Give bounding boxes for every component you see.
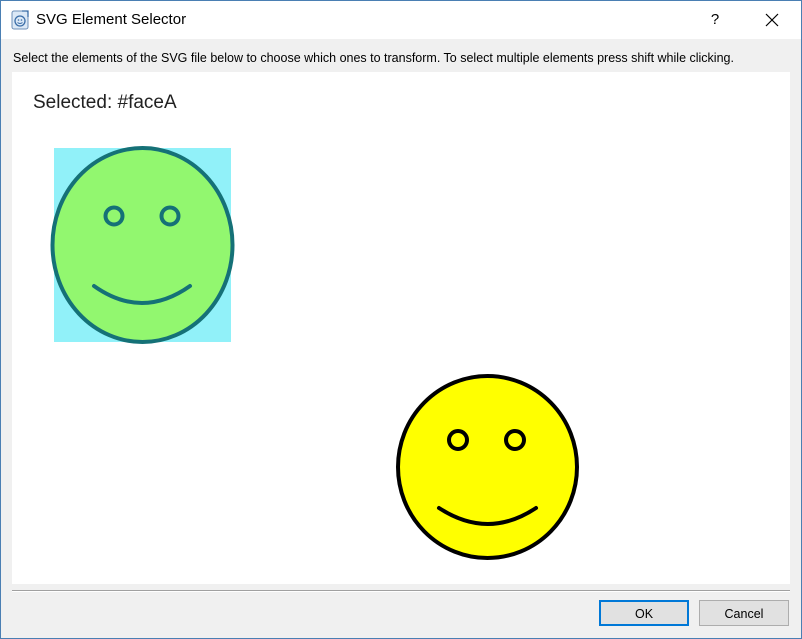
face-b[interactable]: [396, 374, 579, 560]
face-a[interactable]: [50, 146, 235, 344]
face-a-head[interactable]: [50, 146, 235, 344]
divider: [12, 590, 790, 592]
svg-app-icon: [11, 10, 29, 30]
close-icon: [765, 13, 779, 27]
face-b-head[interactable]: [396, 374, 579, 560]
window-title: SVG Element Selector: [36, 11, 187, 28]
help-button[interactable]: ?: [695, 1, 735, 39]
close-button[interactable]: [749, 1, 795, 39]
instructions-text: Select the elements of the SVG file belo…: [13, 51, 734, 65]
svg-preview-panel: Selected: #faceA: [12, 72, 790, 584]
svg-element-selector-dialog: SVG Element Selector ? Select the elemen…: [0, 0, 802, 639]
title-bar[interactable]: SVG Element Selector ?: [1, 1, 801, 39]
svg-preview-canvas: [50, 146, 579, 560]
ok-button[interactable]: OK: [599, 600, 689, 626]
cancel-button[interactable]: Cancel: [699, 600, 789, 626]
selected-element-label: Selected: #faceA: [33, 92, 177, 113]
